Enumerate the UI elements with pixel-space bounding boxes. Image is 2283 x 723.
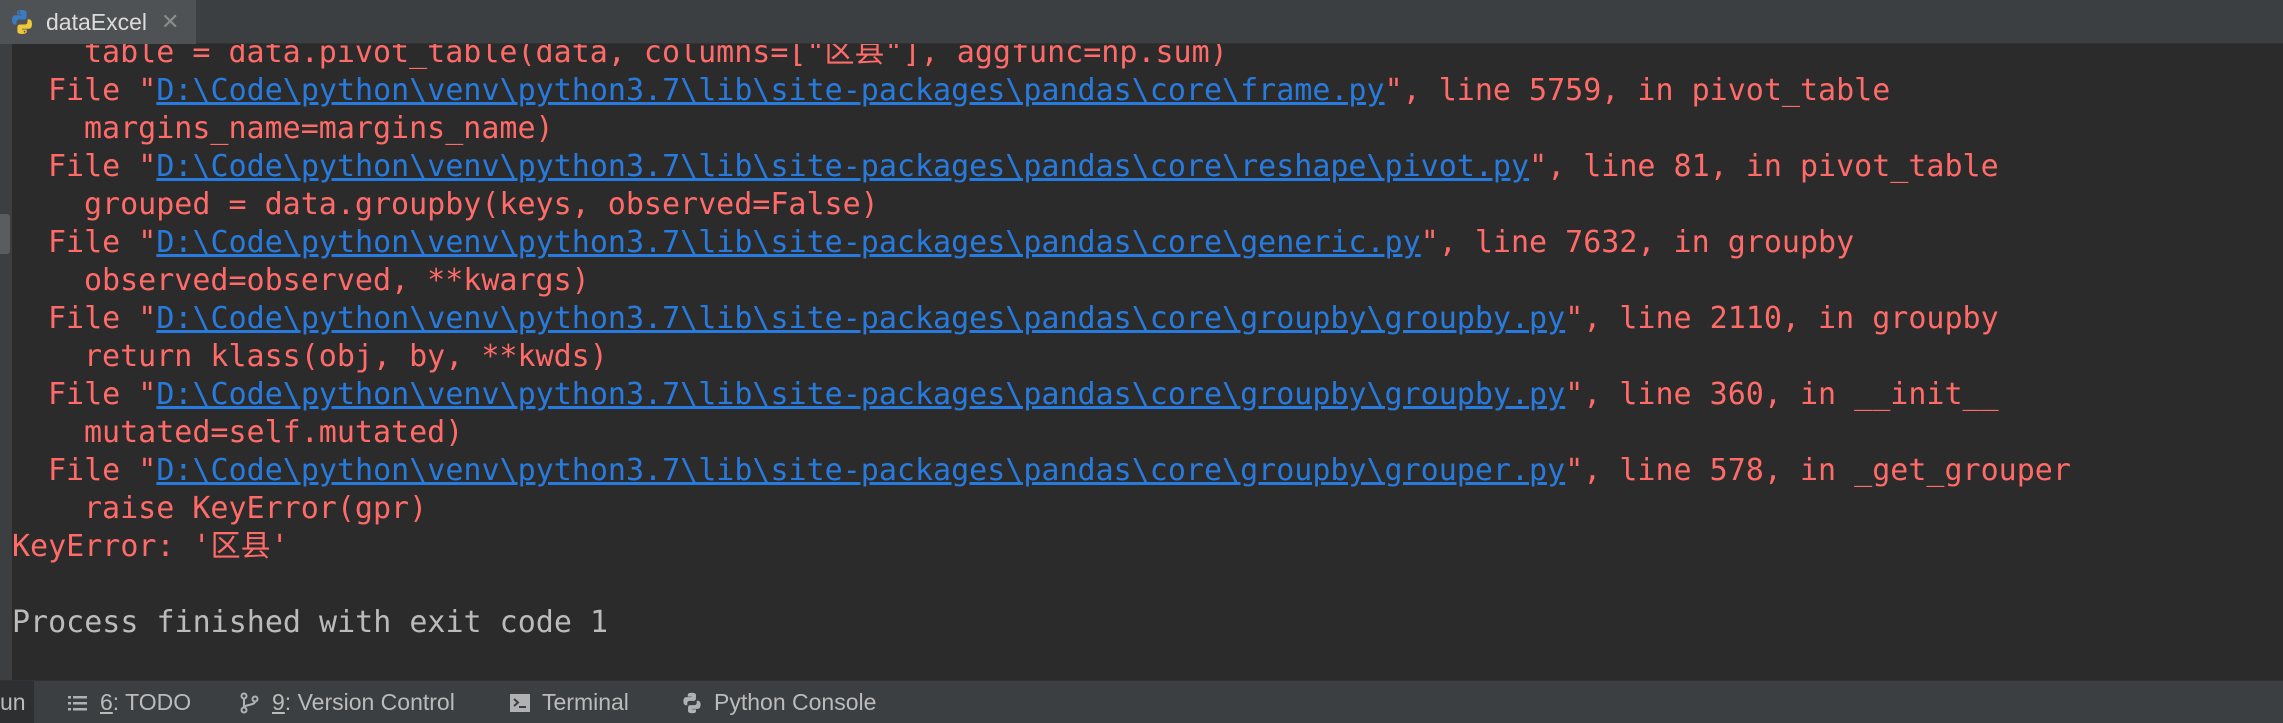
branch-icon bbox=[238, 691, 262, 715]
console-line: File "D:\Code\python\venv\python3.7\lib\… bbox=[48, 72, 1890, 110]
console-line: File "D:\Code\python\venv\python3.7\lib\… bbox=[48, 224, 1854, 262]
console-line: mutated=self.mutated) bbox=[84, 414, 463, 452]
todo-mnemonic: 6 bbox=[100, 689, 113, 715]
console-text: observed=observed, **kwargs) bbox=[84, 263, 590, 298]
console-line: raise KeyError(gpr) bbox=[84, 490, 427, 528]
console-text: ", line 7632, in groupby bbox=[1420, 225, 1855, 260]
file-path-link[interactable]: D:\Code\python\venv\python3.7\lib\site-p… bbox=[156, 453, 1565, 488]
console-text: File " bbox=[48, 149, 157, 184]
python-icon bbox=[8, 8, 36, 36]
vcs-mnemonic: 9 bbox=[272, 689, 285, 715]
console-text: File " bbox=[48, 301, 157, 336]
console-text: table = data.pivot_table(data, columns=[… bbox=[84, 44, 1228, 70]
console-text: KeyError: '区县' bbox=[12, 529, 289, 564]
console-text: return klass(obj, by, **kwds) bbox=[84, 339, 608, 374]
console-text: ", line 5759, in pivot_table bbox=[1384, 73, 1891, 108]
run-label: un bbox=[0, 689, 26, 715]
file-path-link[interactable]: D:\Code\python\venv\python3.7\lib\site-p… bbox=[156, 149, 1529, 184]
tool-window-terminal[interactable]: Terminal bbox=[508, 681, 629, 723]
file-path-link[interactable]: D:\Code\python\venv\python3.7\lib\site-p… bbox=[156, 225, 1420, 260]
console-line: File "D:\Code\python\venv\python3.7\lib\… bbox=[48, 300, 1999, 338]
python-console-icon bbox=[680, 691, 704, 715]
console-line: observed=observed, **kwargs) bbox=[84, 262, 590, 300]
console-text: File " bbox=[48, 377, 157, 412]
left-gutter bbox=[0, 44, 12, 680]
console-text: margins_name=margins_name) bbox=[84, 111, 554, 146]
file-path-link[interactable]: D:\Code\python\venv\python3.7\lib\site-p… bbox=[156, 301, 1565, 336]
list-icon bbox=[66, 691, 90, 715]
python-console-label: Python Console bbox=[714, 689, 877, 715]
tool-window-version-control[interactable]: 9: Version Control bbox=[238, 681, 455, 723]
console-line: grouped = data.groupby(keys, observed=Fa… bbox=[84, 186, 879, 224]
tool-window-todo[interactable]: 6: TODO bbox=[66, 681, 191, 723]
tool-window-python-console[interactable]: Python Console bbox=[680, 681, 876, 723]
file-path-link[interactable]: D:\Code\python\venv\python3.7\lib\site-p… bbox=[156, 73, 1384, 108]
run-console-output[interactable]: table = data.pivot_table(data, columns=[… bbox=[12, 44, 2283, 680]
todo-label: : TODO bbox=[112, 689, 192, 715]
console-line: table = data.pivot_table(data, columns=[… bbox=[84, 44, 1228, 72]
console-text: File " bbox=[48, 225, 157, 260]
console-line: File "D:\Code\python\venv\python3.7\lib\… bbox=[48, 376, 1999, 414]
tab-dataexcel[interactable]: dataExcel ✕ bbox=[0, 0, 196, 44]
editor-tab-bar: dataExcel ✕ bbox=[0, 0, 2283, 44]
console-text: mutated=self.mutated) bbox=[84, 415, 464, 450]
console-text: raise KeyError(gpr) bbox=[84, 491, 428, 526]
gutter-toggle-button[interactable] bbox=[0, 214, 10, 254]
console-text: ", line 2110, in groupby bbox=[1565, 301, 1999, 336]
console-text: ", line 360, in __init__ bbox=[1565, 377, 1999, 412]
tool-window-run[interactable]: un bbox=[0, 681, 34, 723]
console-text: File " bbox=[48, 453, 157, 488]
ide-window: dataExcel ✕ table = data.pivot_table(dat… bbox=[0, 0, 2283, 723]
console-line: Process finished with exit code 1 bbox=[12, 604, 608, 642]
console-line: margins_name=margins_name) bbox=[84, 110, 554, 148]
console-line: File "D:\Code\python\venv\python3.7\lib\… bbox=[48, 148, 1999, 186]
console-text: grouped = data.groupby(keys, observed=Fa… bbox=[84, 187, 879, 222]
console-line: File "D:\Code\python\venv\python3.7\lib\… bbox=[48, 452, 2071, 490]
console-line: KeyError: '区县' bbox=[12, 528, 289, 566]
tab-title: dataExcel bbox=[46, 8, 148, 35]
console-text: Process finished with exit code 1 bbox=[12, 605, 609, 640]
terminal-label: Terminal bbox=[542, 689, 629, 715]
console-text: ", line 81, in pivot_table bbox=[1529, 149, 1999, 184]
vcs-label: : Version Control bbox=[284, 689, 455, 715]
console-text: ", line 578, in _get_grouper bbox=[1565, 453, 2071, 488]
tool-window-bar: un 6: TODO 9: Version Control Terminal P… bbox=[0, 680, 2283, 723]
console-line: return klass(obj, by, **kwds) bbox=[84, 338, 608, 376]
close-icon[interactable]: ✕ bbox=[161, 10, 179, 35]
terminal-icon bbox=[508, 691, 532, 715]
file-path-link[interactable]: D:\Code\python\venv\python3.7\lib\site-p… bbox=[156, 377, 1565, 412]
console-text: File " bbox=[48, 73, 157, 108]
